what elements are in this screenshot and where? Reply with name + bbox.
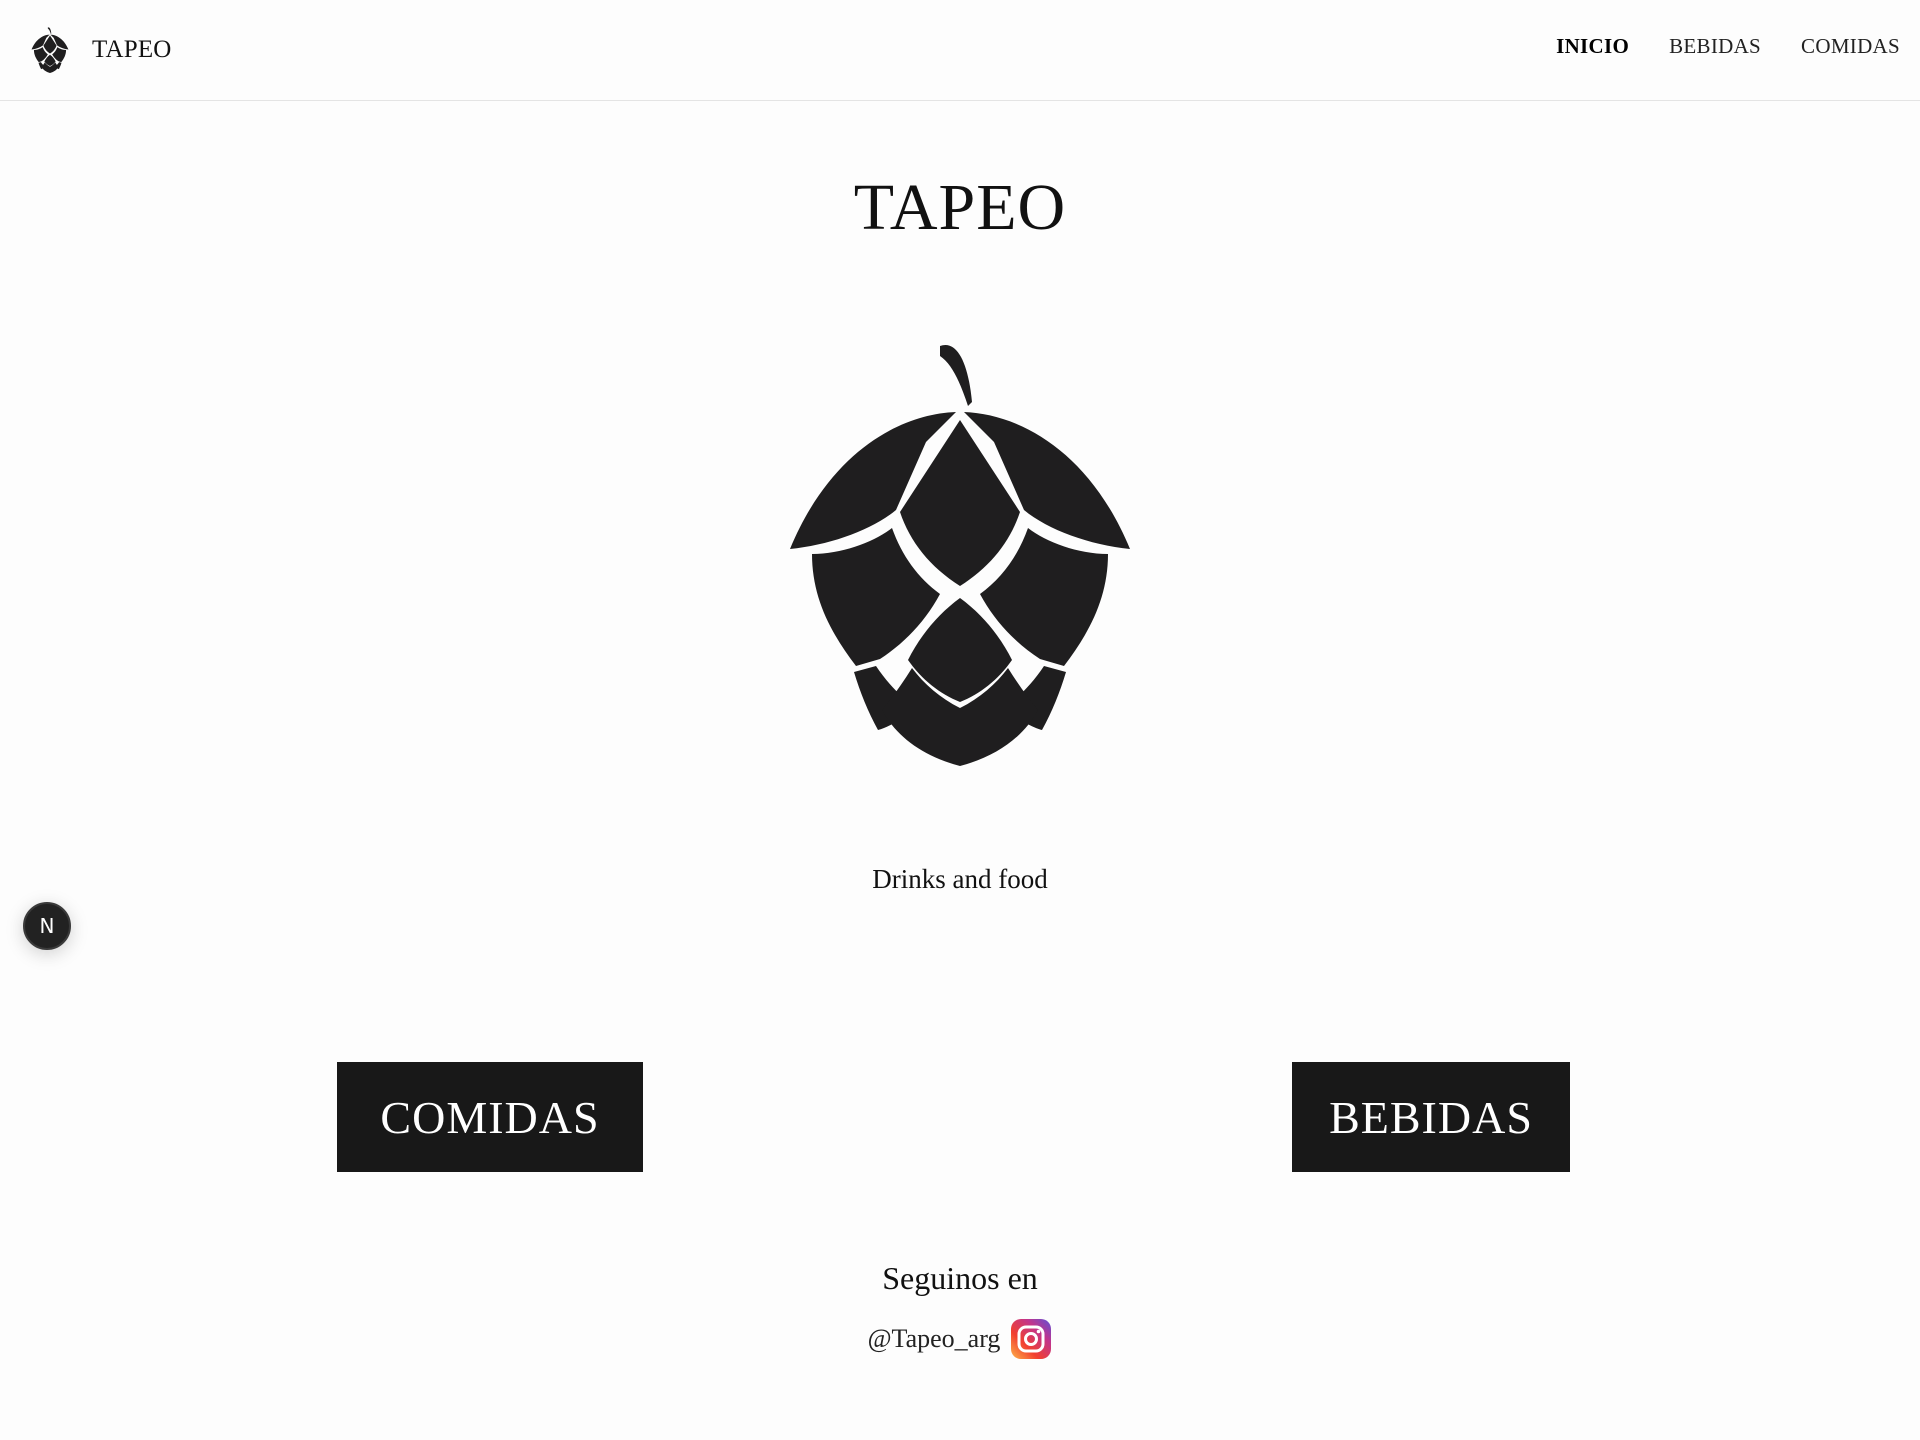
hop-icon <box>790 342 1130 766</box>
comidas-button[interactable]: COMIDAS <box>337 1062 643 1172</box>
brand-home-link[interactable]: TAPEO <box>30 26 172 74</box>
dev-badge-label: N <box>39 914 55 938</box>
tagline: Drinks and food <box>872 864 1048 894</box>
main-nav: INICIO BEBIDAS COMIDAS <box>1556 34 1900 59</box>
dev-tools-badge[interactable]: N <box>23 902 71 950</box>
instagram-icon[interactable] <box>1010 1318 1052 1360</box>
social-links: @Tapeo_arg <box>0 1318 1920 1360</box>
instagram-handle-link[interactable]: @Tapeo_arg <box>868 1324 1001 1354</box>
nav-link-inicio[interactable]: INICIO <box>1556 34 1629 59</box>
hop-icon <box>30 27 70 73</box>
navbar: TAPEO INICIO BEBIDAS COMIDAS <box>0 0 1920 101</box>
bebidas-button[interactable]: BEBIDAS <box>1292 1062 1570 1172</box>
nav-link-comidas[interactable]: COMIDAS <box>1801 34 1900 59</box>
nav-link-bebidas[interactable]: BEBIDAS <box>1669 34 1761 59</box>
follow-title: Seguinos en <box>882 1260 1038 1296</box>
page-title: TAPEO <box>853 171 1067 244</box>
brand-name: TAPEO <box>92 36 172 63</box>
